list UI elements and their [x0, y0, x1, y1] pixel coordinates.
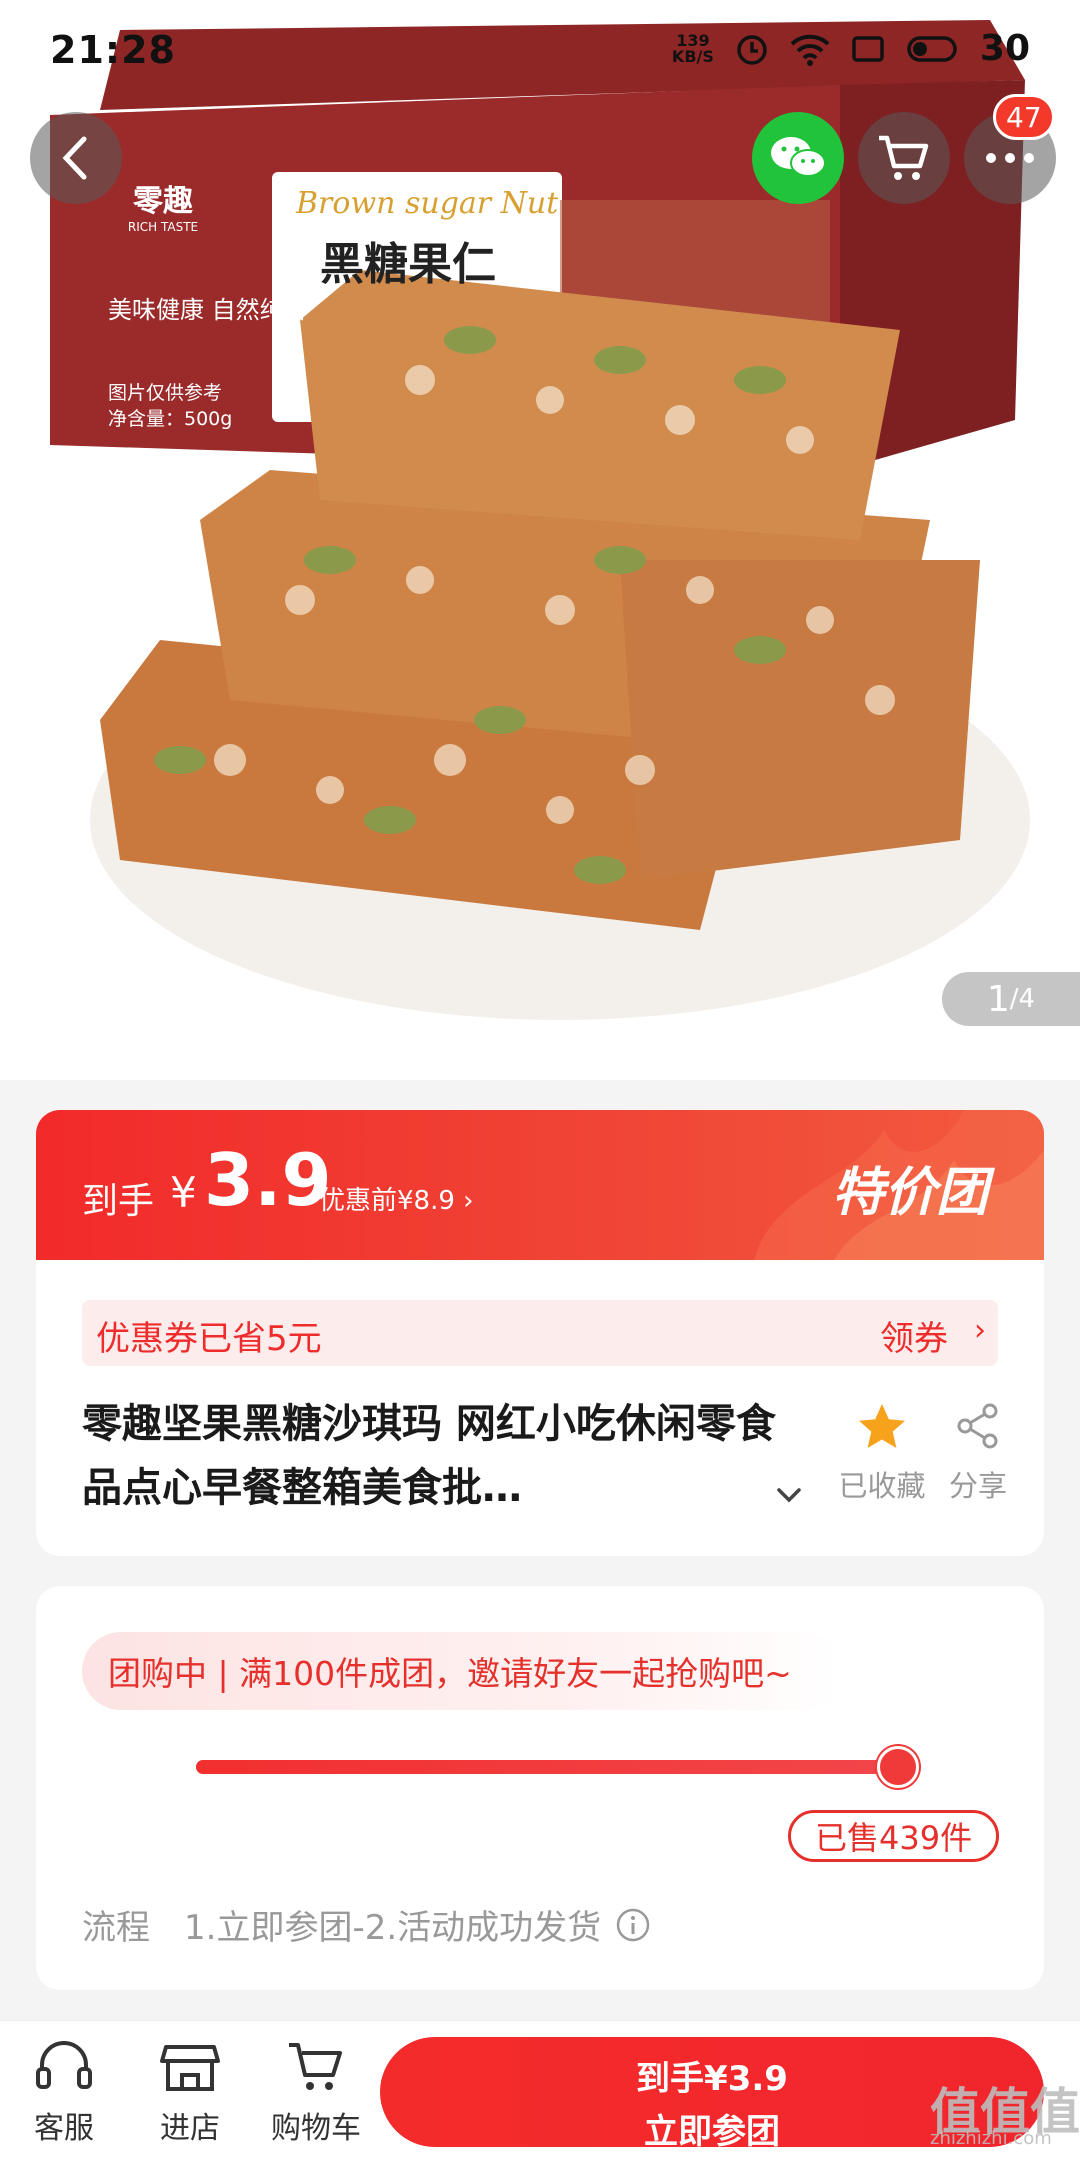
group-progress-fill	[196, 1760, 898, 1774]
wifi-icon	[790, 29, 830, 69]
status-icons: 139 KB/S 30	[672, 28, 1030, 69]
box-title-cn: 黑糖果仁	[320, 239, 496, 290]
sim-icon	[848, 29, 888, 69]
cart-count-badge: 47	[993, 94, 1055, 140]
price-before-link[interactable]: 优惠前¥8.9 ›	[319, 1180, 474, 1217]
image-pager: 1/4	[942, 972, 1080, 1026]
cart-icon	[289, 2043, 342, 2090]
status-bar: 21:28 139 KB/S 30	[0, 0, 1080, 105]
price-card: 到手 ¥ 3.9 优惠前¥8.9 › 特价团 优惠券已省5元 领券 › 零趣坚果…	[36, 1110, 1044, 1556]
coupon-bar[interactable]: 优惠券已省5元 领券 ›	[82, 1300, 998, 1366]
special-group-tag: 特价团	[831, 1163, 988, 1223]
alarm-icon	[732, 29, 772, 69]
share-button[interactable]: 分享	[938, 1402, 1018, 1505]
price-label: 到手	[82, 1181, 155, 1222]
box-note: 图片仅供参考	[108, 382, 223, 404]
box-brand-logo: 零趣 RICH TASTE	[127, 184, 199, 234]
sold-count-badge: 已售439件	[788, 1810, 1000, 1862]
watermark-domain: zhizhizhi.com	[930, 2128, 1052, 2149]
get-coupon-link[interactable]: 领券	[880, 1311, 948, 1360]
expand-title-icon[interactable]	[774, 1480, 804, 1510]
flow-key: 流程	[82, 1908, 150, 1948]
bottom-action-bar: 客服 进店 购物车 到手¥3.9 立即参团	[0, 2020, 1080, 2160]
headset-icon	[36, 2041, 92, 2089]
store-icon	[160, 2045, 220, 2091]
wechat-icon	[771, 137, 826, 177]
group-status-banner: 团购中 | 满100件成团，邀请好友一起抢购吧~	[82, 1632, 842, 1710]
group-progress-bar	[196, 1746, 919, 1788]
flow-value: 1.立即参团-2.活动成功发货	[184, 1908, 602, 1948]
cart-button[interactable]	[858, 112, 950, 204]
progress-flame-icon	[877, 1746, 919, 1788]
chevron-right-icon: ›	[974, 1313, 986, 1348]
info-icon[interactable]	[615, 1907, 651, 1943]
price-banner: 到手 ¥ 3.9 优惠前¥8.9 › 特价团	[36, 1110, 1044, 1260]
share-icon	[957, 1403, 998, 1449]
customer-service-tab[interactable]: 客服	[14, 2039, 114, 2147]
cart-icon	[879, 135, 929, 180]
group-flow: 流程 1.立即参团-2.活动成功发货	[82, 1900, 651, 1949]
box-title-en: Brown sugar Nut	[296, 186, 559, 221]
box-weight: 净含量：500g	[108, 408, 233, 430]
back-button[interactable]	[30, 112, 122, 204]
store-tab[interactable]: 进店	[140, 2039, 240, 2147]
net-speed: 139 KB/S	[671, 30, 714, 66]
price-currency: ¥	[170, 1168, 197, 1217]
favorite-button[interactable]: 已收藏	[832, 1402, 932, 1505]
star-icon	[859, 1404, 905, 1448]
cart-tab[interactable]: 购物车	[266, 2039, 366, 2147]
price-amount: 3.9	[204, 1138, 332, 1222]
chevron-left-icon	[62, 136, 87, 180]
battery-icon	[906, 29, 962, 69]
battery-level: 30	[979, 28, 1030, 69]
more-dots-icon	[986, 153, 1034, 163]
coupon-saved-text: 优惠券已省5元	[96, 1319, 322, 1359]
group-buy-card: 团购中 | 满100件成团，邀请好友一起抢购吧~ 已售439件 流程 1.立即参…	[36, 1586, 1044, 1990]
product-title: 零趣坚果黑糖沙琪玛 网红小吃休闲零食品点心早餐整箱美食批…	[82, 1401, 776, 1511]
status-time: 21:28	[50, 28, 176, 72]
wechat-share-button[interactable]	[752, 112, 844, 204]
box-slogan: 美味健康 自然纯香	[108, 296, 308, 324]
